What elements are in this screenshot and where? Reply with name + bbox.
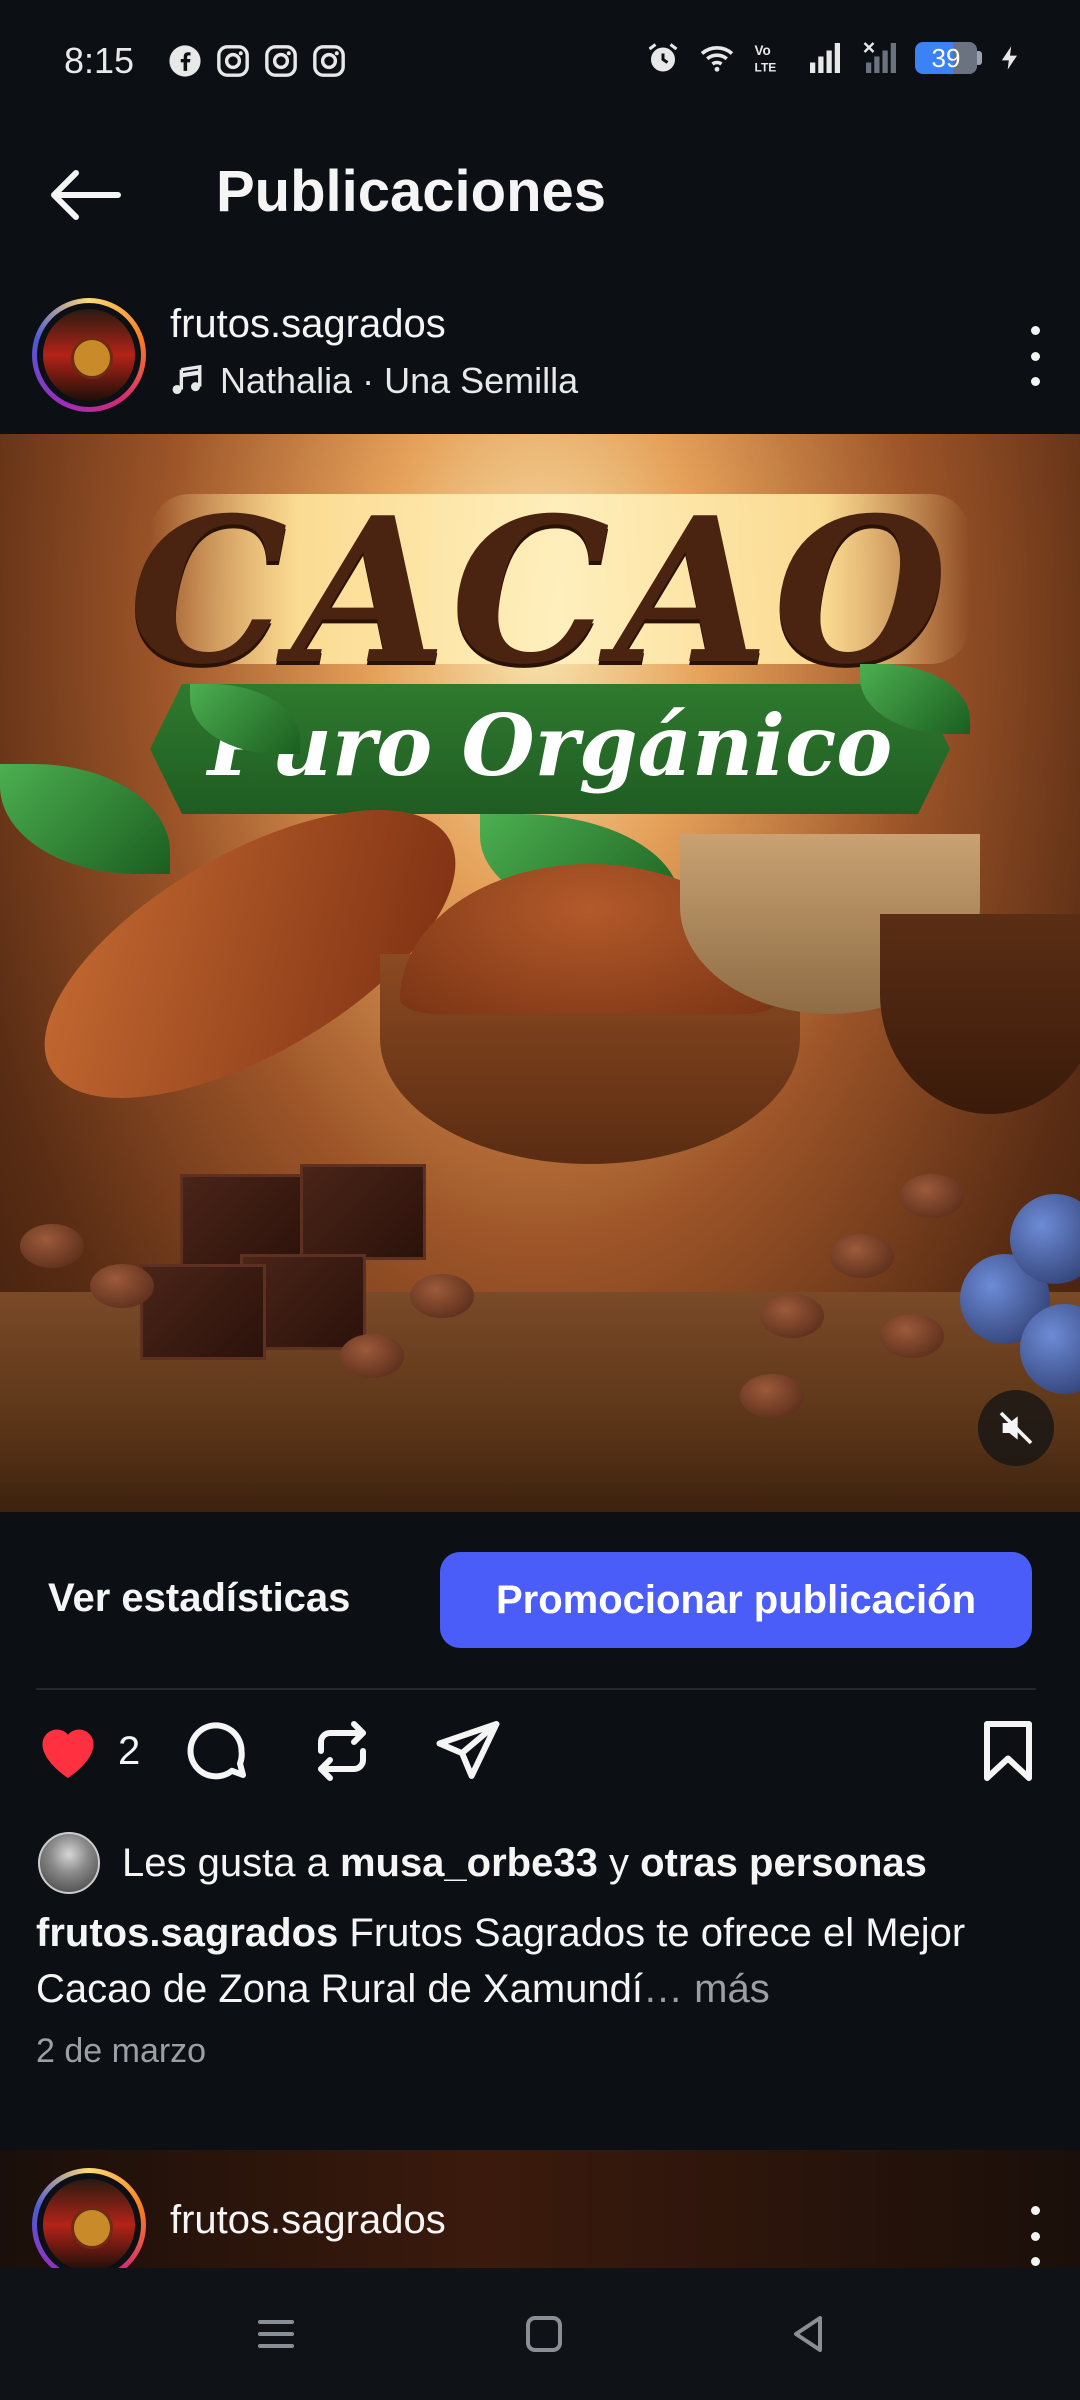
charging-icon — [1001, 46, 1017, 70]
battery-level: 39 — [931, 42, 961, 73]
profile-avatar[interactable] — [32, 298, 146, 412]
mute-button[interactable] — [978, 1390, 1054, 1466]
heart-filled-icon[interactable] — [32, 1715, 104, 1787]
post-header: frutos.sagrados Nathalia · Una Semilla — [0, 290, 1080, 430]
home-icon[interactable] — [520, 2310, 568, 2358]
notification-icons — [168, 44, 346, 78]
caption-more-link[interactable]: más — [683, 1967, 770, 2011]
caption-ellipsis: … — [643, 1967, 684, 2011]
signal-icon — [810, 43, 840, 73]
instagram-icon — [313, 45, 345, 77]
speaker-muted-icon — [999, 1411, 1033, 1445]
svg-text:Vo: Vo — [755, 43, 771, 58]
page-title: Publicaciones — [216, 159, 607, 224]
post-caption: frutos.sagrados Frutos Sagrados te ofrec… — [36, 1905, 1046, 2017]
facebook-icon — [169, 45, 201, 77]
svg-text:LTE: LTE — [755, 61, 777, 75]
repost-icon[interactable] — [306, 1715, 378, 1787]
recent-apps-icon[interactable] — [252, 2310, 300, 2358]
bookmark-icon[interactable] — [972, 1715, 1044, 1787]
post-username[interactable]: frutos.sagrados — [170, 302, 446, 347]
insights-row: Ver estadísticas Promocionar publicación — [0, 1552, 1080, 1652]
liker-username[interactable]: musa_orbe33 — [340, 1841, 598, 1885]
more-options-icon[interactable] — [1020, 326, 1050, 386]
next-profile-avatar[interactable] — [32, 2168, 146, 2282]
volte-icon: Vo LTE — [755, 43, 777, 75]
view-stats-link[interactable]: Ver estadísticas — [48, 1576, 350, 1621]
status-bar: 8:15 Vo LTE 39 — [0, 0, 1080, 120]
liker-avatar — [38, 1832, 100, 1894]
post-actions: 2 — [0, 1715, 1080, 1795]
post-date: 2 de marzo — [36, 2032, 207, 2070]
divider — [36, 1688, 1036, 1690]
instagram-icon — [265, 45, 297, 77]
audio-label: Nathalia · Una Semilla — [220, 360, 579, 401]
system-icons: Vo LTE 39 — [645, 40, 1024, 76]
back-triangle-icon[interactable] — [784, 2310, 832, 2358]
next-post-header: frutos.sagrados — [0, 2150, 1080, 2282]
post-audio[interactable]: Nathalia · Una Semilla — [170, 360, 578, 402]
top-app-bar: Publicaciones — [0, 140, 1080, 250]
battery-icon: 39 — [915, 42, 982, 74]
next-post-username[interactable]: frutos.sagrados — [170, 2198, 446, 2243]
next-more-options-icon[interactable] — [1020, 2206, 1050, 2266]
back-arrow-icon[interactable] — [44, 165, 124, 225]
likes-summary[interactable]: Les gusta a musa_orbe33 y otras personas — [38, 1832, 927, 1894]
likes-text: Les gusta a musa_orbe33 y otras personas — [122, 1840, 927, 1885]
signal-empty-icon — [863, 42, 896, 73]
promote-button[interactable]: Promocionar publicación — [440, 1552, 1032, 1648]
alarm-icon — [648, 43, 678, 72]
system-nav-bar — [0, 2268, 1080, 2400]
wifi-icon — [700, 46, 734, 72]
other-likers-link[interactable]: otras personas — [640, 1841, 927, 1885]
post-image[interactable]: CACAO Puro Orgánico — [0, 434, 1080, 1512]
caption-username[interactable]: frutos.sagrados — [36, 1911, 338, 1955]
comment-icon[interactable] — [180, 1715, 252, 1787]
status-time: 8:15 — [64, 40, 135, 81]
like-count[interactable]: 2 — [118, 1729, 140, 1774]
instagram-icon — [217, 45, 249, 77]
music-note-icon — [172, 364, 202, 395]
share-icon[interactable] — [432, 1715, 504, 1787]
